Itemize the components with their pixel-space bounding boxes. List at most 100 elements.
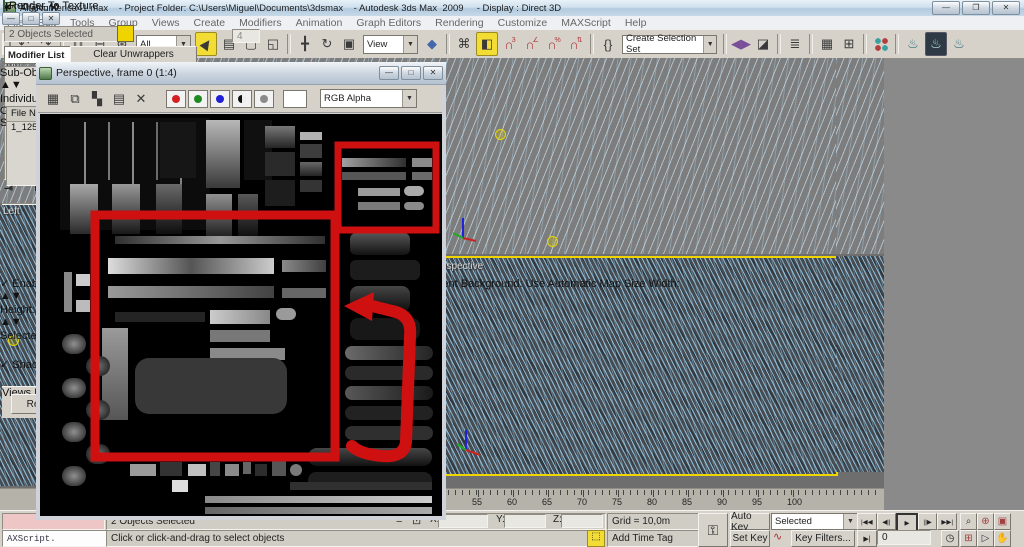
rtt-minimize-button[interactable]: — xyxy=(2,12,20,25)
zoom-extents-all-icon[interactable]: ⊞ xyxy=(960,530,977,547)
chevron-down-icon[interactable]: ▼ xyxy=(402,90,416,107)
clear-icon[interactable]: ✕ xyxy=(131,88,151,110)
key-filters-button[interactable]: Key Filters... xyxy=(791,530,855,547)
timeline-tick xyxy=(497,490,498,495)
z-coord-field[interactable] xyxy=(561,514,603,528)
mirror-icon[interactable]: ◀▶ xyxy=(731,33,751,55)
layer-manager-icon[interactable]: ≣ xyxy=(785,33,805,55)
timeline-tick xyxy=(581,490,582,495)
rtt-close-button[interactable]: ✕ xyxy=(42,12,60,25)
blue-channel-icon[interactable] xyxy=(210,90,230,108)
timeline-tick xyxy=(665,490,666,495)
rtt-title-text: Render To Texture xyxy=(9,0,98,12)
current-frame-field[interactable]: 0 xyxy=(877,530,931,545)
channel-dropdown[interactable]: RGB Alpha▼ xyxy=(320,89,417,108)
alpha-channel-icon[interactable] xyxy=(254,90,274,108)
render-production-icon[interactable]: ♨ xyxy=(949,33,969,55)
pan-icon[interactable]: ✋ xyxy=(994,530,1011,547)
chevron-down-icon[interactable]: ▼ xyxy=(843,514,857,529)
clear-unwrappers-button[interactable]: Clear Unwrappers xyxy=(70,46,197,63)
auto-map-size-label: Use Automatic Map Size xyxy=(526,278,646,290)
viewport-front-edge[interactable] xyxy=(836,58,884,254)
rfw-maximize-button[interactable]: □ xyxy=(401,66,421,80)
default-in-out-tangent-icon[interactable]: ∿ xyxy=(773,530,782,543)
schematic-view-icon-glyph: ⊞ xyxy=(844,36,855,52)
rendered-frame-icon[interactable]: ♨ xyxy=(925,32,947,56)
timeline-major-tick xyxy=(513,490,514,497)
set-key-mode-icon[interactable]: ⚿ xyxy=(698,513,728,547)
schematic-view-icon[interactable]: ⊞ xyxy=(839,33,859,55)
minimize-button[interactable]: — xyxy=(932,1,960,15)
print-icon[interactable]: ▤ xyxy=(109,88,129,110)
clone-window-icon-glyph: ⧉ xyxy=(70,91,79,107)
channel-display-icon[interactable]: ▚ xyxy=(87,88,107,110)
status-prompt-line: Click or click-and-drag to select object… xyxy=(106,530,590,547)
clear-icon-glyph: ✕ xyxy=(136,91,147,107)
curve-editor-icon-glyph: ▦ xyxy=(821,36,833,52)
curve-editor-icon[interactable]: ▦ xyxy=(817,33,837,55)
rtt-maximize-button[interactable]: □ xyxy=(22,12,40,25)
zoom-all-icon[interactable]: ⊕ xyxy=(977,513,994,530)
align-icon[interactable]: ◪ xyxy=(753,33,773,55)
zoom-extents-icon[interactable]: ▣ xyxy=(994,513,1011,530)
go-start-button[interactable]: |◀◀ xyxy=(857,513,877,530)
timeline-tick xyxy=(518,490,519,495)
timeline-tick xyxy=(861,490,862,495)
maxscript-mini-listener[interactable]: AXScript. xyxy=(2,530,109,547)
channel-field[interactable]: 4 xyxy=(232,29,260,43)
timeline-tick xyxy=(469,490,470,495)
close-button[interactable]: ✕ xyxy=(992,1,1020,15)
timeline-tick xyxy=(616,490,617,495)
set-key-button[interactable]: Set Key xyxy=(730,530,770,547)
rfw-minimize-button[interactable]: — xyxy=(379,66,399,80)
rtt-titlebar[interactable]: Render To Texture — □ ✕ xyxy=(0,0,680,25)
add-time-tag[interactable]: Add Time Tag xyxy=(607,530,699,547)
background-color-swatch[interactable] xyxy=(283,90,307,108)
material-editor-icon[interactable] xyxy=(871,33,891,55)
scroll-left-icon[interactable]: ◀ xyxy=(7,184,12,192)
fov-icon[interactable]: ▷ xyxy=(977,530,994,547)
timeline-tick xyxy=(637,490,638,495)
rfw-close-button[interactable]: ✕ xyxy=(423,66,443,80)
timeline-label: 85 xyxy=(682,497,692,507)
time-configuration-icon[interactable]: ◷ xyxy=(941,530,959,547)
rfw-title-text: Perspective, frame 0 (1:4) xyxy=(56,67,177,79)
go-end-button[interactable]: ▶▶| xyxy=(937,513,957,530)
y-label: Y: xyxy=(492,514,505,525)
timeline-major-tick xyxy=(478,490,479,497)
axis-tripod-icon xyxy=(454,426,484,456)
timeline-tick xyxy=(679,490,680,495)
viewport-perspective-edge[interactable] xyxy=(836,256,884,472)
zoom-icon[interactable]: ⌕ xyxy=(960,513,977,530)
timeline-tick xyxy=(532,490,533,495)
toolbar-separator xyxy=(895,34,899,54)
key-mode-toggle[interactable]: ▶| xyxy=(857,530,877,547)
red-channel-icon[interactable] xyxy=(166,90,186,108)
timeline-tick xyxy=(644,490,645,495)
rfw-titlebar[interactable]: Perspective, frame 0 (1:4) — □ ✕ xyxy=(36,62,446,85)
chevron-down-icon[interactable]: ▼ xyxy=(703,36,716,53)
rendered-image[interactable] xyxy=(40,114,442,516)
timeline-tick xyxy=(819,490,820,495)
clone-window-icon[interactable]: ⧉ xyxy=(65,88,85,110)
next-frame-button[interactable]: ||▶ xyxy=(918,513,938,530)
save-bitmap-icon[interactable]: ▦ xyxy=(43,88,63,110)
timeline-tick xyxy=(756,490,757,495)
monochrome-icon[interactable] xyxy=(232,90,252,108)
isolate-cube-icon[interactable]: ⬚ xyxy=(587,530,605,547)
enable-checkbox[interactable]: ✓ xyxy=(0,278,9,290)
timeline-tick xyxy=(525,490,526,495)
auto-key-button[interactable]: Auto Key xyxy=(730,513,770,530)
prev-frame-button[interactable]: ◀|| xyxy=(877,513,897,530)
green-channel-icon[interactable] xyxy=(188,90,208,108)
timeline-tick xyxy=(700,490,701,495)
key-set-dropdown[interactable]: Selected▼ xyxy=(771,513,858,530)
timeline-label: 100 xyxy=(787,497,802,507)
y-coord-field[interactable] xyxy=(504,514,546,528)
shadows-checkbox[interactable]: ✓ xyxy=(0,359,9,371)
render-setup-icon[interactable]: ♨ xyxy=(903,33,923,55)
timeline-major-tick xyxy=(653,490,654,497)
timeline-tick xyxy=(504,490,505,495)
timeline-tick xyxy=(784,490,785,495)
restore-button[interactable]: ❐ xyxy=(962,1,990,15)
